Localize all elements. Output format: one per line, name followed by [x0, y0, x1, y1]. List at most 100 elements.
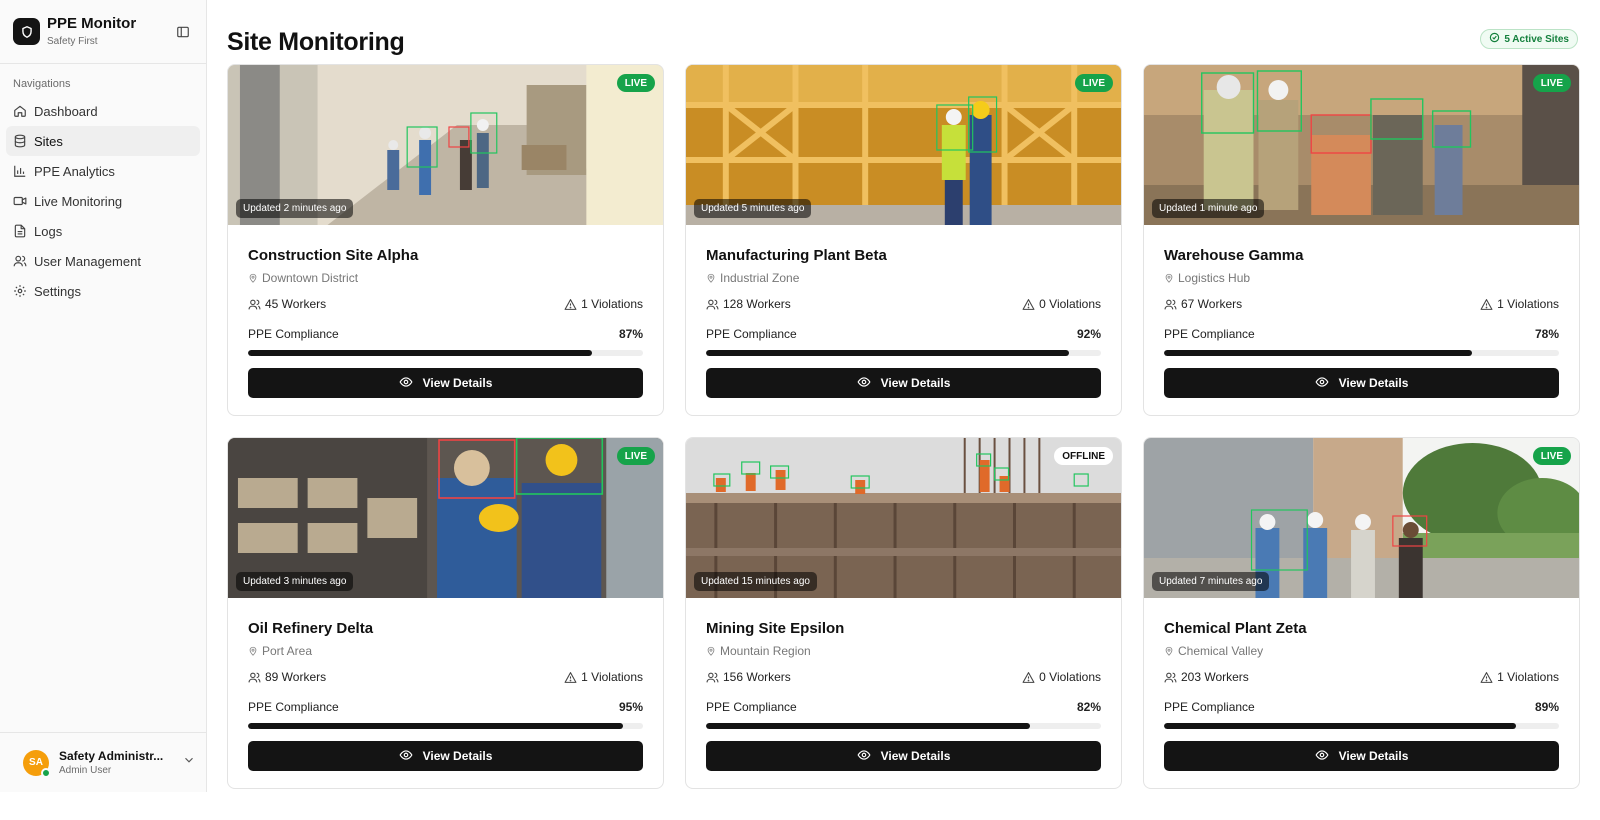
- sidebar-toggle-icon[interactable]: [173, 22, 193, 42]
- sidebar-item-live-monitoring[interactable]: Live Monitoring: [6, 186, 200, 216]
- users-icon: [1164, 298, 1177, 311]
- violations-count: 1 Violations: [1497, 297, 1559, 311]
- workers-stat: 89 Workers: [248, 670, 326, 684]
- home-icon: [13, 104, 27, 118]
- view-details-label: View Details: [880, 376, 951, 390]
- site-card: LIVE Updated 5 minutes ago Manufacturing…: [685, 64, 1122, 416]
- status-badge: LIVE: [616, 447, 655, 465]
- sidebar-item-label: Logs: [34, 223, 63, 239]
- status-badge: LIVE: [616, 74, 655, 92]
- compliance-value: 89%: [1534, 700, 1559, 714]
- page-title: Site Monitoring: [227, 27, 405, 56]
- compliance-row: PPE Compliance 82%: [706, 700, 1101, 714]
- compliance-progress-fill: [1164, 350, 1473, 356]
- site-camera-thumbnail[interactable]: LIVE Updated 5 minutes ago: [686, 65, 1121, 225]
- compliance-label: PPE Compliance: [706, 700, 797, 714]
- view-details-label: View Details: [1338, 749, 1409, 763]
- sidebar-item-label: Live Monitoring: [34, 193, 123, 209]
- map-pin-icon: [248, 645, 258, 657]
- site-location-text: Industrial Zone: [720, 271, 800, 285]
- compliance-progress-fill: [706, 350, 1070, 356]
- updated-timestamp: Updated 2 minutes ago: [236, 199, 354, 218]
- site-card: LIVE Updated 7 minutes ago Chemical Plan…: [1143, 437, 1580, 789]
- sidebar-item-ppe-analytics[interactable]: PPE Analytics: [6, 156, 200, 186]
- workers-count: 156 Workers: [723, 670, 791, 684]
- site-stats: 203 Workers 1 Violations: [1164, 670, 1559, 684]
- card-body: Oil Refinery Delta Port Area 89 Workers …: [228, 598, 663, 771]
- user-info: Safety Administr... Admin User: [59, 749, 182, 776]
- user-menu[interactable]: SA Safety Administr... Admin User: [0, 732, 206, 792]
- main-content: Site Monitoring 5 Active Sites LIVE Upda…: [207, 0, 1600, 820]
- map-pin-icon: [248, 272, 258, 284]
- view-details-button[interactable]: View Details: [706, 741, 1101, 771]
- updated-timestamp: Updated 1 minute ago: [1152, 199, 1265, 218]
- sidebar-item-label: PPE Analytics: [34, 163, 115, 179]
- database-icon: [13, 134, 27, 148]
- sidebar-item-settings[interactable]: Settings: [6, 276, 200, 306]
- compliance-label: PPE Compliance: [706, 327, 797, 341]
- workers-count: 45 Workers: [265, 297, 327, 311]
- site-camera-thumbnail[interactable]: OFFLINE Updated 15 minutes ago: [686, 438, 1121, 598]
- compliance-value: 92%: [1076, 327, 1101, 341]
- compliance-progress-fill: [248, 723, 624, 729]
- active-sites-badge: 5 Active Sites: [1480, 29, 1578, 49]
- site-name: Chemical Plant Zeta: [1164, 620, 1307, 637]
- site-camera-thumbnail[interactable]: LIVE Updated 2 minutes ago: [228, 65, 663, 225]
- map-pin-icon: [706, 645, 716, 657]
- compliance-row: PPE Compliance 95%: [248, 700, 643, 714]
- compliance-progress-fill: [248, 350, 592, 356]
- compliance-label: PPE Compliance: [248, 327, 339, 341]
- users-icon: [706, 298, 719, 311]
- site-location: Chemical Valley: [1164, 644, 1559, 658]
- updated-timestamp: Updated 5 minutes ago: [694, 199, 812, 218]
- active-sites-label: 5 Active Sites: [1504, 33, 1569, 45]
- card-body: Warehouse Gamma Logistics Hub 67 Workers…: [1144, 225, 1579, 398]
- updated-timestamp: Updated 3 minutes ago: [236, 572, 354, 591]
- violations-count: 1 Violations: [581, 670, 643, 684]
- view-details-label: View Details: [1338, 376, 1409, 390]
- warning-triangle-icon: [564, 671, 577, 684]
- sidebar-item-label: Sites: [34, 133, 63, 149]
- page-header: Site Monitoring 5 Active Sites: [227, 20, 1580, 64]
- gear-icon: [13, 284, 27, 298]
- sidebar-item-logs[interactable]: Logs: [6, 216, 200, 246]
- violations-stat: 1 Violations: [1480, 297, 1559, 311]
- view-details-button[interactable]: View Details: [248, 741, 643, 771]
- workers-stat: 128 Workers: [706, 297, 791, 311]
- site-location-text: Port Area: [262, 644, 313, 658]
- updated-timestamp: Updated 15 minutes ago: [694, 572, 817, 591]
- compliance-progress-bar: [248, 350, 643, 356]
- view-details-button[interactable]: View Details: [1164, 741, 1559, 771]
- compliance-label: PPE Compliance: [1164, 700, 1255, 714]
- workers-count: 203 Workers: [1181, 670, 1249, 684]
- site-name: Oil Refinery Delta: [248, 620, 374, 637]
- site-camera-thumbnail[interactable]: LIVE Updated 7 minutes ago: [1144, 438, 1579, 598]
- status-badge: LIVE: [1532, 447, 1571, 465]
- status-badge: OFFLINE: [1054, 447, 1113, 465]
- site-stats: 128 Workers 0 Violations: [706, 297, 1101, 311]
- site-location: Industrial Zone: [706, 271, 1101, 285]
- status-badge: LIVE: [1532, 74, 1571, 92]
- eye-icon: [1315, 375, 1329, 392]
- view-details-button[interactable]: View Details: [248, 368, 643, 398]
- violations-count: 1 Violations: [1497, 670, 1559, 684]
- sidebar-item-dashboard[interactable]: Dashboard: [6, 96, 200, 126]
- eye-icon: [399, 748, 413, 765]
- site-stats: 89 Workers 1 Violations: [248, 670, 643, 684]
- view-details-button[interactable]: View Details: [706, 368, 1101, 398]
- sidebar-item-user-management[interactable]: User Management: [6, 246, 200, 276]
- compliance-progress-bar: [1164, 350, 1559, 356]
- site-location-text: Chemical Valley: [1178, 644, 1264, 658]
- site-name: Construction Site Alpha: [248, 247, 419, 264]
- view-details-button[interactable]: View Details: [1164, 368, 1559, 398]
- site-camera-thumbnail[interactable]: LIVE Updated 3 minutes ago: [228, 438, 663, 598]
- sidebar-item-sites[interactable]: Sites: [6, 126, 200, 156]
- map-pin-icon: [1164, 645, 1174, 657]
- chevron-down-icon[interactable]: [182, 753, 196, 772]
- site-stats: 156 Workers 0 Violations: [706, 670, 1101, 684]
- compliance-progress-bar: [706, 723, 1101, 729]
- compliance-row: PPE Compliance 92%: [706, 327, 1101, 341]
- map-pin-icon: [706, 272, 716, 284]
- site-camera-thumbnail[interactable]: LIVE Updated 1 minute ago: [1144, 65, 1579, 225]
- sidebar-item-label: Settings: [34, 283, 81, 299]
